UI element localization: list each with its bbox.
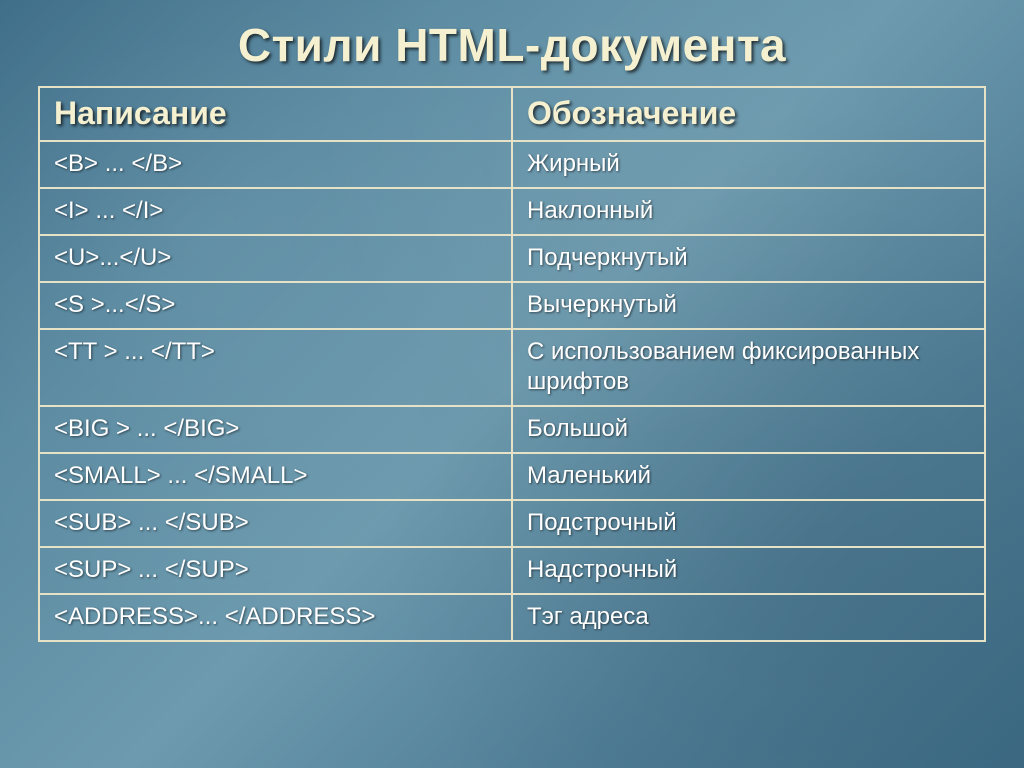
cell-code: <I> ... </I> xyxy=(39,188,512,235)
header-description: Обозначение xyxy=(512,87,985,141)
cell-desc: С использованием фиксированных шрифтов xyxy=(512,329,985,406)
table-row: <I> ... </I> Наклонный xyxy=(39,188,985,235)
table-row: <SMALL> ... </SMALL> Маленький xyxy=(39,453,985,500)
cell-code: <SUB> ... </SUB> xyxy=(39,500,512,547)
cell-code: <U>...</U> xyxy=(39,235,512,282)
cell-code: <BIG > ... </BIG> xyxy=(39,406,512,453)
table-row: <SUB> ... </SUB> Подстрочный xyxy=(39,500,985,547)
cell-code: <B> ... </B> xyxy=(39,141,512,188)
slide: Стили HTML-документа Написание Обозначен… xyxy=(0,0,1024,768)
cell-desc: Подчеркнутый xyxy=(512,235,985,282)
table-row: <BIG > ... </BIG> Большой xyxy=(39,406,985,453)
styles-table: Написание Обозначение <B> ... </B> Жирны… xyxy=(38,86,986,642)
table-row: <S >...</S> Вычеркнутый xyxy=(39,282,985,329)
table-row: <U>...</U> Подчеркнутый xyxy=(39,235,985,282)
cell-desc: Маленький xyxy=(512,453,985,500)
table-row: <TT > ... </TT> С использованием фиксиро… xyxy=(39,329,985,406)
cell-code: <ADDRESS>... </ADDRESS> xyxy=(39,594,512,641)
table-row: <ADDRESS>... </ADDRESS> Тэг адреса xyxy=(39,594,985,641)
cell-desc: Тэг адреса xyxy=(512,594,985,641)
header-writing: Написание xyxy=(39,87,512,141)
cell-code: <S >...</S> xyxy=(39,282,512,329)
table-header-row: Написание Обозначение xyxy=(39,87,985,141)
table-row: <SUP> ... </SUP> Надстрочный xyxy=(39,547,985,594)
cell-code: <SMALL> ... </SMALL> xyxy=(39,453,512,500)
cell-desc: Вычеркнутый xyxy=(512,282,985,329)
table-row: <B> ... </B> Жирный xyxy=(39,141,985,188)
cell-code: <SUP> ... </SUP> xyxy=(39,547,512,594)
cell-desc: Надстрочный xyxy=(512,547,985,594)
cell-desc: Жирный xyxy=(512,141,985,188)
slide-title: Стили HTML-документа xyxy=(38,18,986,72)
cell-desc: Подстрочный xyxy=(512,500,985,547)
cell-desc: Наклонный xyxy=(512,188,985,235)
cell-code: <TT > ... </TT> xyxy=(39,329,512,406)
cell-desc: Большой xyxy=(512,406,985,453)
